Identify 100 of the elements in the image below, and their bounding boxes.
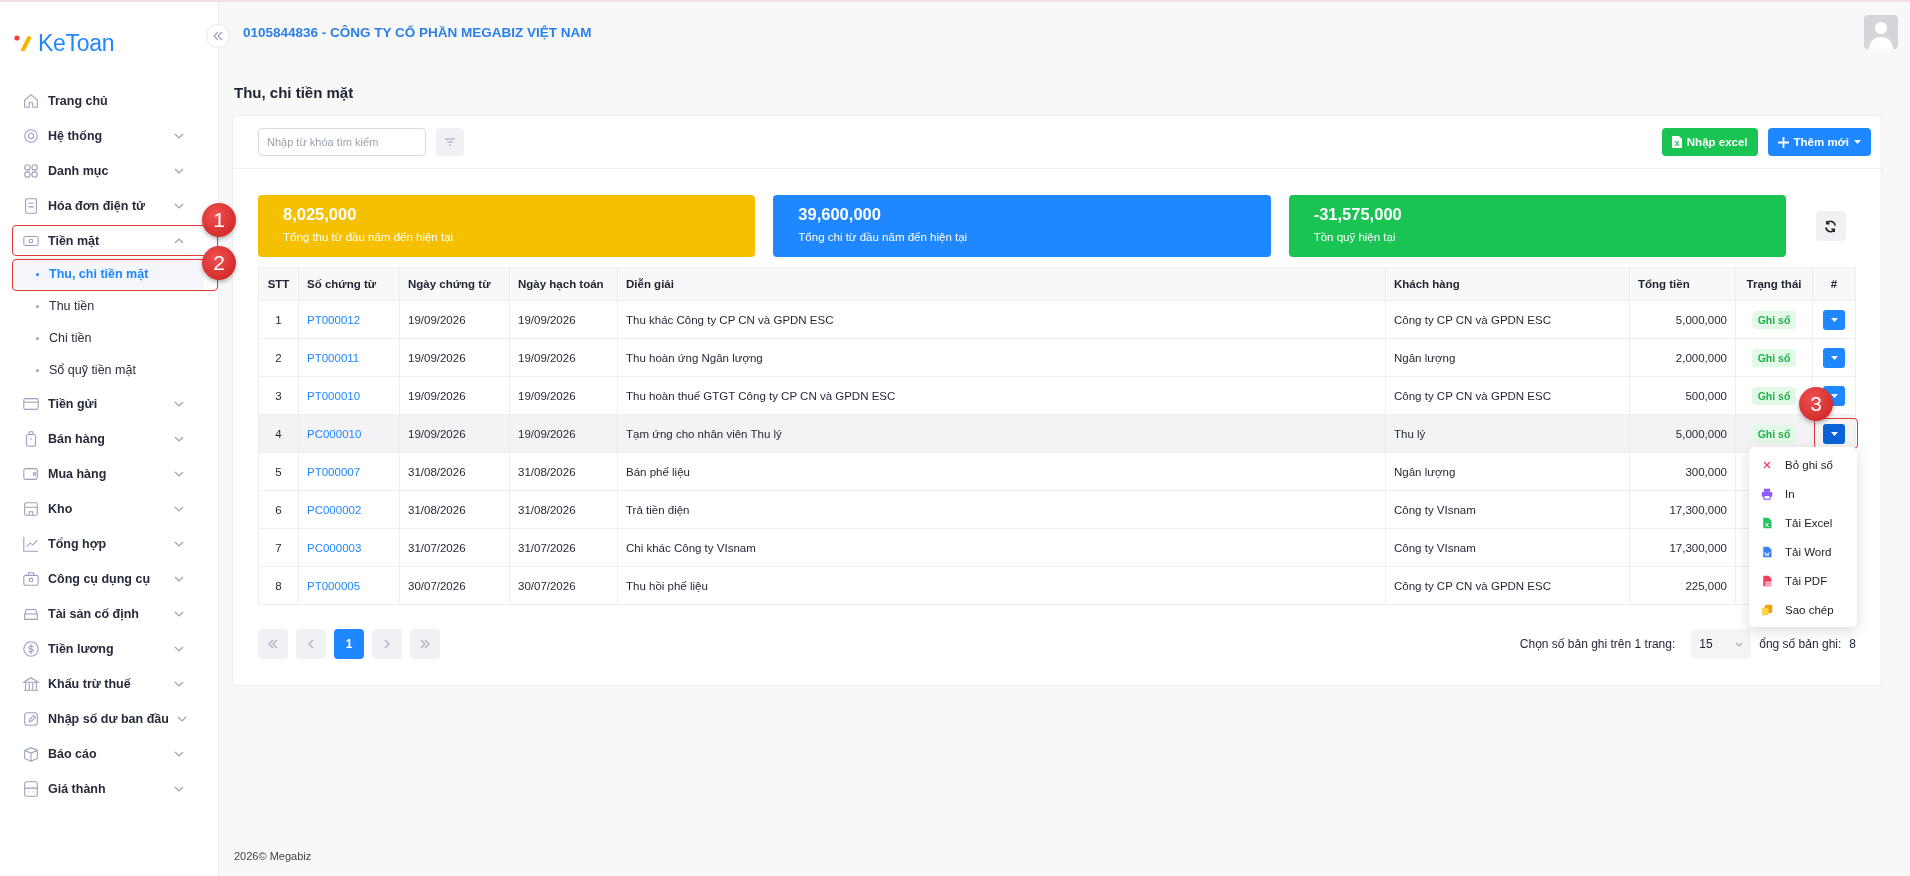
- avatar-icon[interactable]: [1864, 15, 1898, 49]
- sidebar-item[interactable]: Nhập số dư ban đầu: [22, 709, 187, 728]
- document-link[interactable]: PT000011: [307, 351, 360, 364]
- step-marker: 1: [202, 203, 236, 237]
- page-size-select[interactable]: 15: [1691, 629, 1752, 659]
- menu-item[interactable]: Sao chép: [1749, 595, 1857, 624]
- document-link[interactable]: PC000003: [307, 541, 362, 554]
- table-cell: 31/08/2026: [399, 490, 510, 529]
- menu-item[interactable]: Tải PDF: [1749, 566, 1857, 595]
- page-title: Thu, chi tiền mặt: [233, 83, 355, 103]
- chevron-down-icon: [174, 400, 184, 407]
- row-actions-button[interactable]: [1823, 423, 1845, 444]
- table-cell: 31/08/2026: [509, 452, 618, 491]
- home-icon: [22, 91, 40, 110]
- row-actions-button[interactable]: [1823, 347, 1845, 368]
- sidebar-subitem[interactable]: Chi tiền: [14, 322, 204, 354]
- sidebar-item[interactable]: Công cụ dụng cụ: [22, 569, 184, 588]
- double-chevron-left-icon: [268, 640, 278, 648]
- summary-label: Tổng chi từ đầu năm đến hiện tại: [798, 231, 968, 243]
- search-field[interactable]: Nhập từ khóa tìm kiếm: [258, 128, 426, 156]
- status-tag: Ghi sổ: [1751, 386, 1797, 405]
- sidebar-item[interactable]: Tiền lương: [22, 639, 184, 658]
- table-cell: 31/07/2026: [509, 528, 618, 567]
- column-header: Khách hàng: [1385, 267, 1630, 301]
- table-cell: 500,000: [1629, 376, 1736, 415]
- document-link[interactable]: PT000007: [307, 465, 361, 478]
- printer-icon: [1761, 487, 1773, 500]
- sidebar-subitem[interactable]: Sổ quỹ tiền mặt: [14, 354, 204, 386]
- sidebar-item[interactable]: Mua hàng: [22, 464, 184, 483]
- table-cell: 225,000: [1629, 566, 1736, 605]
- chevron-down-icon: [174, 645, 184, 652]
- chevron-down-icon: [174, 132, 184, 139]
- document-link[interactable]: PC000002: [307, 503, 362, 516]
- table-cell: Công ty CP CN và GPDN ESC: [1385, 300, 1630, 339]
- dollar-icon: [22, 639, 40, 658]
- table-cell: Trả tiền điện: [617, 490, 1386, 529]
- table-cell: Thu hoàn thuế GTGT Công ty CP CN và GPDN ESC: [617, 376, 1386, 415]
- chevron-down-icon: [174, 785, 184, 792]
- document-link[interactable]: PT000012: [307, 313, 361, 326]
- sidebar-item[interactable]: Bán hàng: [22, 429, 184, 448]
- sidebar-item[interactable]: Hệ thống: [22, 126, 184, 145]
- table-cell: 2: [258, 338, 299, 377]
- document-link[interactable]: PT000010: [307, 389, 361, 402]
- caret-icon: [1854, 140, 1861, 144]
- table-cell: Công ty CP CN và GPDN ESC: [1385, 376, 1630, 415]
- table-cell: Công ty VIsnam: [1385, 490, 1630, 529]
- last-page-button[interactable]: [410, 629, 440, 659]
- sidebar-item[interactable]: Tiền mặt: [22, 231, 184, 250]
- table-cell: 6: [258, 490, 299, 529]
- refresh-icon: [1824, 219, 1838, 233]
- sidebar-item[interactable]: Báo cáo: [22, 744, 184, 763]
- table-cell: 8: [258, 566, 299, 605]
- sidebar-item[interactable]: Hóa đơn điện tử: [22, 196, 184, 215]
- sidebar-item[interactable]: Danh mục: [22, 161, 184, 180]
- chevron-left-icon: [308, 640, 314, 648]
- chevron-down-icon: [174, 540, 184, 547]
- document-link[interactable]: PT000005: [307, 579, 361, 592]
- table-cell: Công ty CP CN và GPDN ESC: [1385, 566, 1630, 605]
- spreadsheet-file-icon: [1761, 516, 1773, 529]
- row-actions-button[interactable]: [1823, 309, 1845, 330]
- company-name: 0105844836 - CÔNG TY CỔ PHẦN MEGABIZ VIỆT NAM: [243, 24, 592, 40]
- table-cell: 5,000,000: [1629, 414, 1736, 453]
- status-tag: Ghi sổ: [1751, 348, 1797, 367]
- sidebar-item[interactable]: Tiền gửi: [22, 394, 184, 413]
- first-page-button[interactable]: [258, 629, 288, 659]
- table-cell: Chi khác Công ty VIsnam: [617, 528, 1386, 567]
- table-cell: Thu hoàn ứng Ngân lượng: [617, 338, 1386, 377]
- gear-icon: [22, 126, 40, 145]
- sidebar-item[interactable]: Tổng hợp: [22, 534, 184, 553]
- sidebar-item[interactable]: Trang chủ: [22, 91, 184, 110]
- sidebar-item[interactable]: Giá thành: [22, 779, 184, 798]
- filter-button[interactable]: [436, 128, 464, 156]
- spreadsheet-file-icon: [1671, 136, 1682, 148]
- sidebar-item[interactable]: Kho: [22, 499, 184, 518]
- add-new-button[interactable]: Thêm mới: [1767, 128, 1871, 156]
- sidebar-subitem[interactable]: Thu tiền: [14, 290, 204, 322]
- caret-icon: [1830, 355, 1838, 360]
- table-cell: 19/09/2026: [399, 414, 510, 453]
- column-header: Tổng tiền: [1629, 267, 1736, 301]
- table-cell: Bán phế liệu: [617, 452, 1386, 491]
- summary-value: 8,025,000: [283, 205, 357, 224]
- menu-item[interactable]: Tải Word: [1749, 537, 1857, 566]
- sidebar-item[interactable]: Tài sản cố định: [22, 604, 184, 623]
- sidebar-item[interactable]: Khấu trừ thuế: [22, 674, 184, 693]
- page-button[interactable]: 1: [334, 629, 364, 659]
- table-cell: Thu hồi phế liệu: [617, 566, 1386, 605]
- menu-item[interactable]: Bỏ ghi sổ: [1749, 450, 1857, 479]
- total-records-label: ổng số bản ghi:: [1759, 637, 1842, 651]
- menu-item[interactable]: In: [1749, 479, 1857, 508]
- page-size-label: Chọn số bản ghi trên 1 trang:: [1519, 637, 1676, 651]
- document-file-icon: [1761, 545, 1773, 558]
- menu-item[interactable]: Tải Excel: [1749, 508, 1857, 537]
- chevron-down-icon: [174, 680, 184, 687]
- refresh-button[interactable]: [1816, 211, 1846, 241]
- table-cell: Ngân lượng: [1385, 338, 1630, 377]
- previous-page-button[interactable]: [296, 629, 326, 659]
- copy-icon: [1761, 603, 1773, 616]
- caret-icon: [1830, 431, 1838, 436]
- collapse-sidebar-button[interactable]: [206, 24, 230, 48]
- next-page-button[interactable]: [372, 629, 402, 659]
